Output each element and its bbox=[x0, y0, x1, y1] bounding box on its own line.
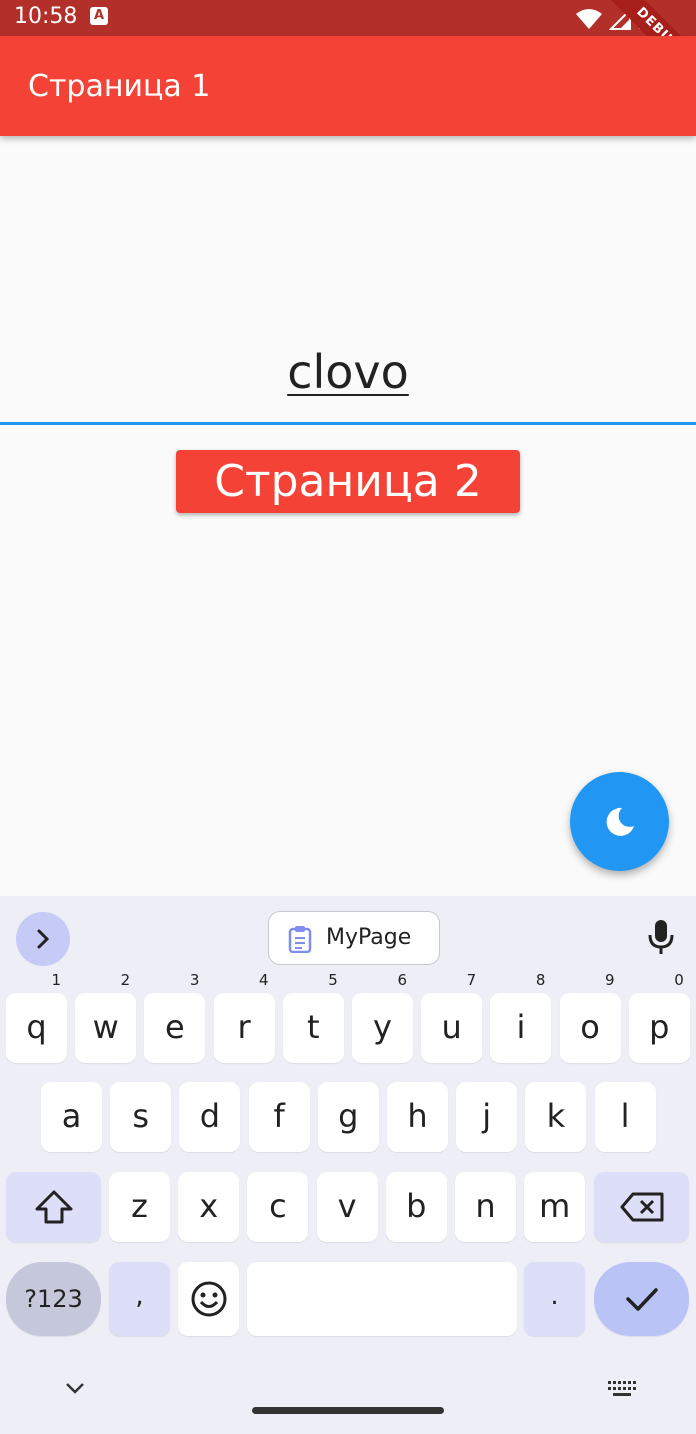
key-w[interactable]: w2 bbox=[75, 971, 137, 1063]
key-j[interactable]: j bbox=[456, 1082, 518, 1152]
key-r[interactable]: r4 bbox=[213, 971, 275, 1063]
key-t[interactable]: t5 bbox=[282, 971, 344, 1063]
text-input-underline bbox=[0, 422, 696, 425]
microphone-icon[interactable] bbox=[646, 918, 676, 956]
period-key[interactable]: . bbox=[524, 1262, 585, 1336]
key-label: w bbox=[92, 1008, 119, 1046]
theme-toggle-button[interactable] bbox=[570, 772, 669, 871]
key-label: h bbox=[407, 1097, 428, 1135]
key-hint: 5 bbox=[328, 971, 338, 989]
shift-icon bbox=[35, 1190, 72, 1224]
backspace-key[interactable] bbox=[594, 1172, 689, 1242]
key-i[interactable]: i8 bbox=[490, 971, 552, 1063]
key-o[interactable]: o9 bbox=[559, 971, 621, 1063]
key-d[interactable]: d bbox=[179, 1082, 241, 1152]
comma-key[interactable]: , bbox=[109, 1262, 170, 1336]
status-time: 10:58 bbox=[14, 4, 78, 29]
text-input-value[interactable]: clovo bbox=[0, 345, 696, 399]
key-label: z bbox=[131, 1187, 148, 1225]
key-label: b bbox=[406, 1187, 427, 1225]
key-hint: 9 bbox=[605, 971, 615, 989]
key-b[interactable]: b bbox=[385, 1172, 447, 1242]
symbols-key[interactable]: ?123 bbox=[6, 1262, 101, 1336]
key-label: u bbox=[441, 1008, 462, 1046]
key-e[interactable]: e3 bbox=[144, 971, 206, 1063]
key-label: x bbox=[199, 1187, 219, 1225]
clipboard-icon bbox=[288, 926, 312, 953]
key-label: d bbox=[199, 1097, 221, 1135]
key-label: g bbox=[338, 1097, 359, 1135]
key-label: t bbox=[307, 1008, 320, 1046]
key-label: n bbox=[475, 1187, 496, 1225]
key-label: r bbox=[237, 1008, 251, 1046]
key-label: s bbox=[132, 1097, 150, 1135]
key-n[interactable]: n bbox=[455, 1172, 516, 1242]
moon-icon bbox=[606, 807, 634, 836]
key-label: o bbox=[580, 1008, 600, 1046]
key-hint: 4 bbox=[259, 971, 269, 989]
emoji-key[interactable] bbox=[178, 1262, 239, 1336]
key-label: f bbox=[273, 1097, 285, 1135]
app-bar: Страница 1 bbox=[0, 36, 696, 136]
key-label: i bbox=[516, 1008, 526, 1046]
key-c[interactable]: c bbox=[247, 1172, 309, 1242]
key-hint: 0 bbox=[674, 971, 684, 989]
key-label: y bbox=[373, 1008, 392, 1046]
key-label: q bbox=[26, 1008, 47, 1046]
key-label: m bbox=[539, 1187, 571, 1225]
key-hint: 3 bbox=[189, 971, 200, 989]
soft-keyboard: MyPage ?123 , . q1w2e3r4t5y6u7i8o9p0asdf… bbox=[0, 896, 696, 1434]
keyboard-switch-icon[interactable] bbox=[607, 1380, 637, 1398]
key-v[interactable]: v bbox=[316, 1172, 378, 1242]
text-input[interactable]: clovo bbox=[0, 330, 696, 426]
key-p[interactable]: p0 bbox=[628, 971, 690, 1063]
key-label: v bbox=[337, 1187, 357, 1225]
key-label: c bbox=[269, 1187, 287, 1225]
keyboard-toolbar-toggle[interactable] bbox=[16, 912, 70, 966]
key-hint: 1 bbox=[51, 971, 61, 989]
key-x[interactable]: x bbox=[178, 1172, 240, 1242]
wifi-icon bbox=[575, 9, 602, 29]
backspace-icon bbox=[620, 1192, 663, 1222]
page-title: Страница 1 bbox=[28, 69, 211, 104]
key-label: p bbox=[649, 1008, 670, 1046]
key-label: a bbox=[61, 1097, 82, 1135]
key-k[interactable]: k bbox=[525, 1082, 587, 1152]
key-y[interactable]: y6 bbox=[352, 971, 413, 1063]
chevron-right-icon bbox=[37, 929, 50, 949]
gesture-nav-handle[interactable] bbox=[252, 1407, 444, 1414]
status-bar: 10:58 A bbox=[0, 0, 696, 36]
key-l[interactable]: l bbox=[594, 1082, 656, 1152]
clipboard-chip-label: MyPage bbox=[326, 925, 412, 950]
notification-app-icon: A bbox=[90, 7, 108, 25]
key-label: e bbox=[165, 1008, 185, 1046]
key-m[interactable]: m bbox=[524, 1172, 586, 1242]
key-h[interactable]: h bbox=[387, 1082, 448, 1152]
checkmark-icon bbox=[625, 1288, 658, 1311]
key-a[interactable]: a bbox=[41, 1082, 102, 1152]
shift-key[interactable] bbox=[6, 1172, 101, 1242]
enter-key[interactable] bbox=[594, 1262, 689, 1336]
key-z[interactable]: z bbox=[109, 1172, 170, 1242]
key-hint: 8 bbox=[535, 971, 546, 989]
clipboard-suggestion-chip[interactable]: MyPage bbox=[268, 911, 440, 965]
key-label: k bbox=[546, 1097, 566, 1135]
space-key[interactable] bbox=[247, 1262, 517, 1336]
key-s[interactable]: s bbox=[110, 1082, 172, 1152]
emoji-icon bbox=[191, 1281, 226, 1317]
key-q[interactable]: q1 bbox=[6, 971, 67, 1063]
key-hint: 6 bbox=[397, 971, 407, 989]
key-g[interactable]: g bbox=[317, 1082, 379, 1152]
key-label: l bbox=[620, 1097, 630, 1135]
key-hint: 7 bbox=[466, 971, 477, 989]
key-u[interactable]: u7 bbox=[421, 971, 483, 1063]
key-f[interactable]: f bbox=[248, 1082, 310, 1152]
key-hint: 2 bbox=[120, 971, 131, 989]
page2-button[interactable]: Страница 2 bbox=[176, 450, 520, 513]
hide-keyboard-icon[interactable] bbox=[64, 1380, 86, 1396]
key-label: j bbox=[482, 1097, 492, 1135]
